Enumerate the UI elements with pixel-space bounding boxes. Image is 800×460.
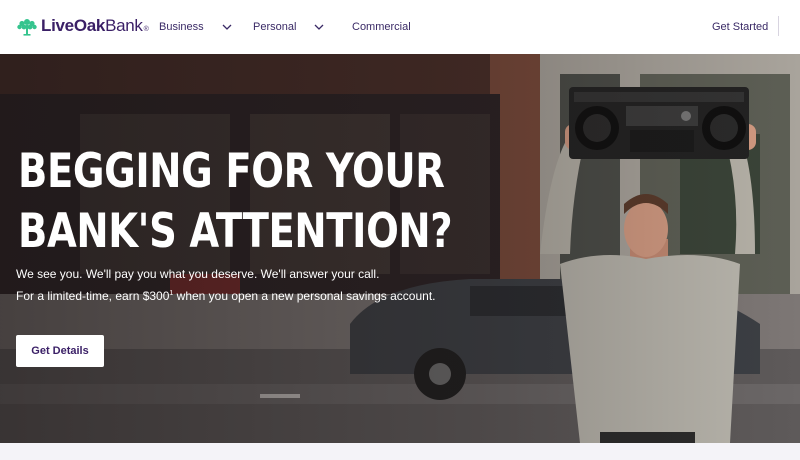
subtext-line-1: We see you. We'll pay you what you deser… xyxy=(16,267,380,281)
logo-name-bold: LiveOak xyxy=(41,16,106,35)
oak-tree-icon xyxy=(17,19,37,36)
nav-business[interactable]: Business xyxy=(159,18,232,36)
nav-divider xyxy=(778,16,779,36)
get-started-link[interactable]: Get Started xyxy=(712,18,768,36)
nav-personal[interactable]: Personal xyxy=(253,18,324,36)
registered-mark: ® xyxy=(143,26,149,33)
page-footer-strip xyxy=(0,443,800,460)
nav-business-label: Business xyxy=(159,21,204,33)
hero-subtext: We see you. We'll pay you what you deser… xyxy=(16,264,435,306)
headline-line-2: BANK'S ATTENTION? xyxy=(18,204,453,259)
hero-banner: BEGGING FOR YOUR BANK'S ATTENTION? We se… xyxy=(0,54,800,443)
nav-commercial[interactable]: Commercial xyxy=(352,18,411,36)
get-details-button[interactable]: Get Details xyxy=(16,335,104,367)
nav-personal-label: Personal xyxy=(253,21,297,33)
logo-name-light: Bank xyxy=(105,16,143,35)
chevron-down-icon xyxy=(314,24,324,30)
top-navigation: LiveOak Bank ® Business Personal Commerc… xyxy=(0,0,800,54)
offer-text: For a limited-time, earn $300 xyxy=(16,289,170,303)
headline-line-1: BEGGING FOR YOUR xyxy=(18,144,445,199)
nav-commercial-label: Commercial xyxy=(352,21,411,33)
hero-headline: BEGGING FOR YOUR BANK'S ATTENTION? xyxy=(18,142,453,262)
subtext-line-2: For a limited-time, earn $3001 when you … xyxy=(16,284,435,306)
chevron-down-icon xyxy=(222,24,232,30)
liveoak-logo[interactable]: LiveOak Bank ® xyxy=(16,13,149,39)
offer-text-rest: when you open a new personal savings acc… xyxy=(173,289,436,303)
